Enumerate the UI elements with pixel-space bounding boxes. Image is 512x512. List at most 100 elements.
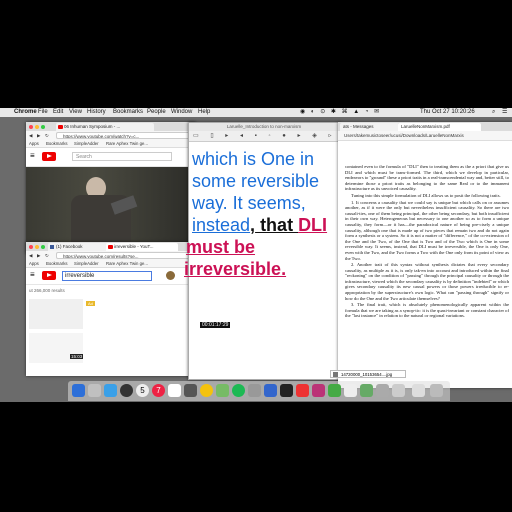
messages-icon[interactable] <box>328 384 341 397</box>
video-player[interactable] <box>26 167 196 245</box>
youtube-logo-icon[interactable] <box>42 271 56 280</box>
bookmark-apps[interactable]: Apps <box>29 140 39 147</box>
address-bar[interactable]: https://www.youtube.com/results?se... <box>56 252 198 259</box>
youtube-logo-icon[interactable] <box>42 152 56 161</box>
photos-icon[interactable] <box>168 384 181 397</box>
bookmarks-bar: Apps Bookmarks SimpleAdder Rare Aphex Tw… <box>26 140 196 148</box>
calendar-icon[interactable]: 5 <box>136 384 149 397</box>
maps-icon[interactable] <box>216 384 229 397</box>
word-dli: DLI <box>298 215 328 235</box>
hamburger-menu-icon[interactable]: ≡ <box>30 152 35 160</box>
spotify-icon[interactable] <box>232 384 245 397</box>
caption-line-4: instead, that DLI <box>192 214 328 236</box>
caption-line-6: irreversible. <box>184 259 287 279</box>
menu-clock[interactable]: Thu Oct 27 10:20:26 <box>420 108 475 117</box>
results-count: ut 266,000 results <box>29 288 65 293</box>
downloads-icon[interactable] <box>392 384 405 397</box>
bookmarks-bar: Apps Bookmarks SimpleAdder Rare Aphex Tw… <box>26 260 204 268</box>
app-store-icon[interactable] <box>264 384 277 397</box>
system-preferences-icon[interactable] <box>248 384 261 397</box>
tab-bar: (1) Facebook irreversible - YouT... <box>26 242 204 251</box>
youtube-header: ≡ irreversible <box>26 268 204 285</box>
menu-app-name[interactable]: Chrome <box>14 108 37 117</box>
youtube-search-input[interactable]: irreversible <box>62 271 152 281</box>
menu-history[interactable]: History <box>87 108 106 117</box>
address-bar[interactable]: https://www.youtube.com/watch?v=c... <box>56 132 190 139</box>
zoom-window-button[interactable] <box>41 125 45 129</box>
safari-icon[interactable] <box>104 384 117 397</box>
forward-icon[interactable]: ▶ <box>37 251 40 260</box>
menu-bar: Chrome File Edit View History Bookmarks … <box>0 108 512 117</box>
zoom-window-button[interactable] <box>41 245 45 249</box>
tab-pdf[interactable]: LaruelleNonMarxism.pdf <box>398 123 481 131</box>
pdf-paragraph: 2. Another trait of this syntax without … <box>345 262 509 301</box>
finder-icon[interactable] <box>72 384 85 397</box>
menu-file[interactable]: File <box>38 108 48 117</box>
tab-video[interactable]: 06 Inhuman Symposium - ... <box>56 123 154 131</box>
clock-icon[interactable] <box>120 384 133 397</box>
preview-icon[interactable] <box>344 384 357 397</box>
youtube-results-window: (1) Facebook irreversible - YouT... ◀ ▶ … <box>26 242 204 376</box>
result-thumbnail[interactable] <box>29 299 83 329</box>
youtube-header: ≡ Search <box>26 148 196 167</box>
chrome-icon[interactable] <box>200 384 213 397</box>
caption-line-2: some reversible <box>192 171 320 191</box>
tab-irreversible[interactable]: irreversible - YouT... <box>106 243 178 251</box>
caption-line-5: must be <box>186 237 256 257</box>
file-path-bar[interactable]: Users/takemusictoseer/ucusi/Downloads/La… <box>338 131 512 141</box>
menu-list-icon[interactable]: ☰ <box>502 108 507 117</box>
tab-messages[interactable]: ats - Messages <box>340 123 399 131</box>
documents-icon[interactable] <box>412 384 425 397</box>
seven-icon[interactable]: 7 <box>152 384 165 397</box>
bookmark-aphex[interactable]: Rare Aphex Twin ge... <box>106 260 148 267</box>
bookmark-bookmarks[interactable]: Bookmarks <box>46 260 68 267</box>
menu-people[interactable]: People <box>147 108 166 117</box>
avatar[interactable] <box>166 271 175 280</box>
dock: 5 7 <box>68 381 450 401</box>
terminal-icon[interactable] <box>280 384 293 397</box>
close-window-button[interactable] <box>29 125 33 129</box>
minimize-window-button[interactable] <box>35 125 39 129</box>
forward-icon[interactable]: ▶ <box>37 131 40 140</box>
launchpad-icon[interactable] <box>88 384 101 397</box>
toolbar[interactable]: ▭ ▯ ▸ ◂ ▪ ◦ ● ▸ ◈ ▹ <box>189 131 339 142</box>
reload-icon[interactable]: ↻ <box>45 251 49 260</box>
reload-icon[interactable]: ↻ <box>45 131 49 140</box>
back-icon[interactable]: ◀ <box>29 131 32 140</box>
close-window-button[interactable] <box>29 245 33 249</box>
music-icon[interactable] <box>296 384 309 397</box>
minimize-window-button[interactable] <box>35 245 39 249</box>
hamburger-menu-icon[interactable]: ≡ <box>30 271 35 279</box>
menu-bookmarks[interactable]: Bookmarks <box>113 108 143 117</box>
pdf-paragraph: 3. The final trait, which is absolutely … <box>345 302 509 319</box>
menu-window[interactable]: Window <box>171 108 192 117</box>
tab-facebook[interactable]: (1) Facebook <box>48 243 112 251</box>
caption-line-1: which is One in <box>192 149 315 169</box>
menu-edit[interactable]: Edit <box>53 108 63 117</box>
address-row: ◀ ▶ ↻ https://www.youtube.com/watch?v=c.… <box>26 131 196 140</box>
status-icons[interactable]: ◉ ◐ ⊙ ✱ ⌘ ▲ ◔ ✉ <box>300 108 381 117</box>
pdf-paragraph: contained even to the formula of "DLI" t… <box>345 164 509 192</box>
bookmark-aphex[interactable]: Rare Aphex Twin ge... <box>106 140 148 147</box>
bookmark-bookmarks[interactable]: Bookmarks <box>46 140 68 147</box>
video-duration: 15:03 <box>70 354 84 359</box>
file-icon <box>333 372 338 377</box>
menu-view[interactable]: View <box>69 108 82 117</box>
back-icon[interactable]: ◀ <box>29 251 32 260</box>
camera-icon[interactable] <box>184 384 197 397</box>
search-icon[interactable]: ⌕ <box>492 108 495 117</box>
menu-help[interactable]: Help <box>198 108 210 117</box>
folder-icon[interactable] <box>376 384 389 397</box>
itunes-icon[interactable] <box>312 384 325 397</box>
bookmark-simpleadder[interactable]: SimpleAdder <box>74 260 99 267</box>
download-item[interactable]: 14720000_10153654....jpg <box>330 370 406 378</box>
youtube-search-input[interactable]: Search <box>72 152 172 161</box>
tab-bar: 06 Inhuman Symposium - ... <box>26 122 196 131</box>
trash-icon[interactable] <box>430 384 443 397</box>
youtube-favicon-icon <box>108 245 113 249</box>
search-results: ut 266,000 results Ad 15:03 <box>26 285 204 371</box>
facetime-icon[interactable] <box>360 384 373 397</box>
bookmark-apps[interactable]: Apps <box>29 260 39 267</box>
bookmark-simpleadder[interactable]: SimpleAdder <box>74 140 99 147</box>
timecode-badge: 00:01:17:29 <box>200 322 231 328</box>
